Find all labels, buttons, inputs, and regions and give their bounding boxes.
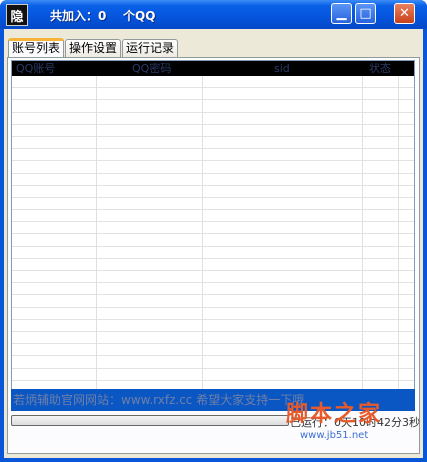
table-row[interactable] xyxy=(12,247,414,259)
table-row[interactable] xyxy=(12,308,414,320)
column-header-qq-password[interactable]: QQ密码 xyxy=(132,61,171,76)
table-row[interactable] xyxy=(12,100,414,113)
table-row[interactable] xyxy=(12,198,414,211)
minimize-icon: ▁ xyxy=(336,6,347,21)
table-row[interactable] xyxy=(12,344,414,357)
account-table[interactable]: QQ账号 QQ密码 sid 状态 xyxy=(11,60,415,390)
column-divider xyxy=(398,76,399,389)
column-divider xyxy=(96,76,97,389)
table-row[interactable] xyxy=(12,161,414,174)
column-divider xyxy=(202,76,203,389)
column-header-qq-account[interactable]: QQ账号 xyxy=(16,61,55,76)
table-row[interactable] xyxy=(12,320,414,332)
table-row[interactable] xyxy=(12,210,414,223)
maximize-icon: □ xyxy=(359,6,372,21)
tab-run-log[interactable]: 运行记录 xyxy=(122,39,179,58)
close-icon: ✕ xyxy=(399,6,410,21)
table-row[interactable] xyxy=(12,259,414,271)
close-button[interactable]: ✕ xyxy=(394,3,415,24)
tab-account-list[interactable]: 账号列表 xyxy=(8,38,65,58)
table-row[interactable] xyxy=(12,234,414,247)
title-bar[interactable]: 隐 共加入：0 个QQ ▁ □ ✕ xyxy=(0,0,427,29)
table-row[interactable] xyxy=(12,186,414,198)
window-title: 共加入：0 个QQ xyxy=(50,9,156,23)
table-row[interactable] xyxy=(12,283,414,296)
table-row[interactable] xyxy=(12,88,414,101)
tab-operation-settings[interactable]: 操作设置 xyxy=(65,39,122,58)
client-area: 账号列表 操作设置 运行记录 QQ账号 QQ密码 sid 状态 若炳辅助官网网站… xyxy=(4,29,423,458)
progress-bar xyxy=(11,415,289,426)
table-row[interactable] xyxy=(12,113,414,125)
table-row[interactable] xyxy=(12,222,414,235)
tab-panel-account-list: QQ账号 QQ密码 sid 状态 若炳辅助官网网站：www.rxfz.cc 希望… xyxy=(7,57,420,454)
column-header-sid[interactable]: sid xyxy=(274,61,290,76)
tab-strip: 账号列表 操作设置 运行记录 xyxy=(8,38,179,58)
table-row[interactable] xyxy=(12,271,414,284)
table-row[interactable] xyxy=(12,356,414,369)
table-body xyxy=(12,76,414,389)
watermark-url: www.jb51.net xyxy=(300,430,369,441)
minimize-button[interactable]: ▁ xyxy=(331,3,352,24)
table-row[interactable] xyxy=(12,137,414,150)
table-row[interactable] xyxy=(12,174,414,186)
column-header-status[interactable]: 状态 xyxy=(369,61,391,76)
table-row[interactable] xyxy=(12,76,414,89)
table-row[interactable] xyxy=(12,149,414,162)
table-row[interactable] xyxy=(12,332,414,345)
table-row[interactable] xyxy=(12,125,414,137)
column-divider xyxy=(362,76,363,389)
watermark-logo: 脚本之家 xyxy=(286,401,383,427)
app-window: 隐 共加入：0 个QQ ▁ □ ✕ 账号列表 操作设置 运行记录 QQ账号 QQ… xyxy=(0,0,427,462)
table-header: QQ账号 QQ密码 sid 状态 xyxy=(12,61,414,76)
app-icon[interactable]: 隐 xyxy=(6,4,28,26)
table-row[interactable] xyxy=(12,295,414,308)
table-row[interactable] xyxy=(12,369,414,381)
maximize-button[interactable]: □ xyxy=(355,3,376,24)
